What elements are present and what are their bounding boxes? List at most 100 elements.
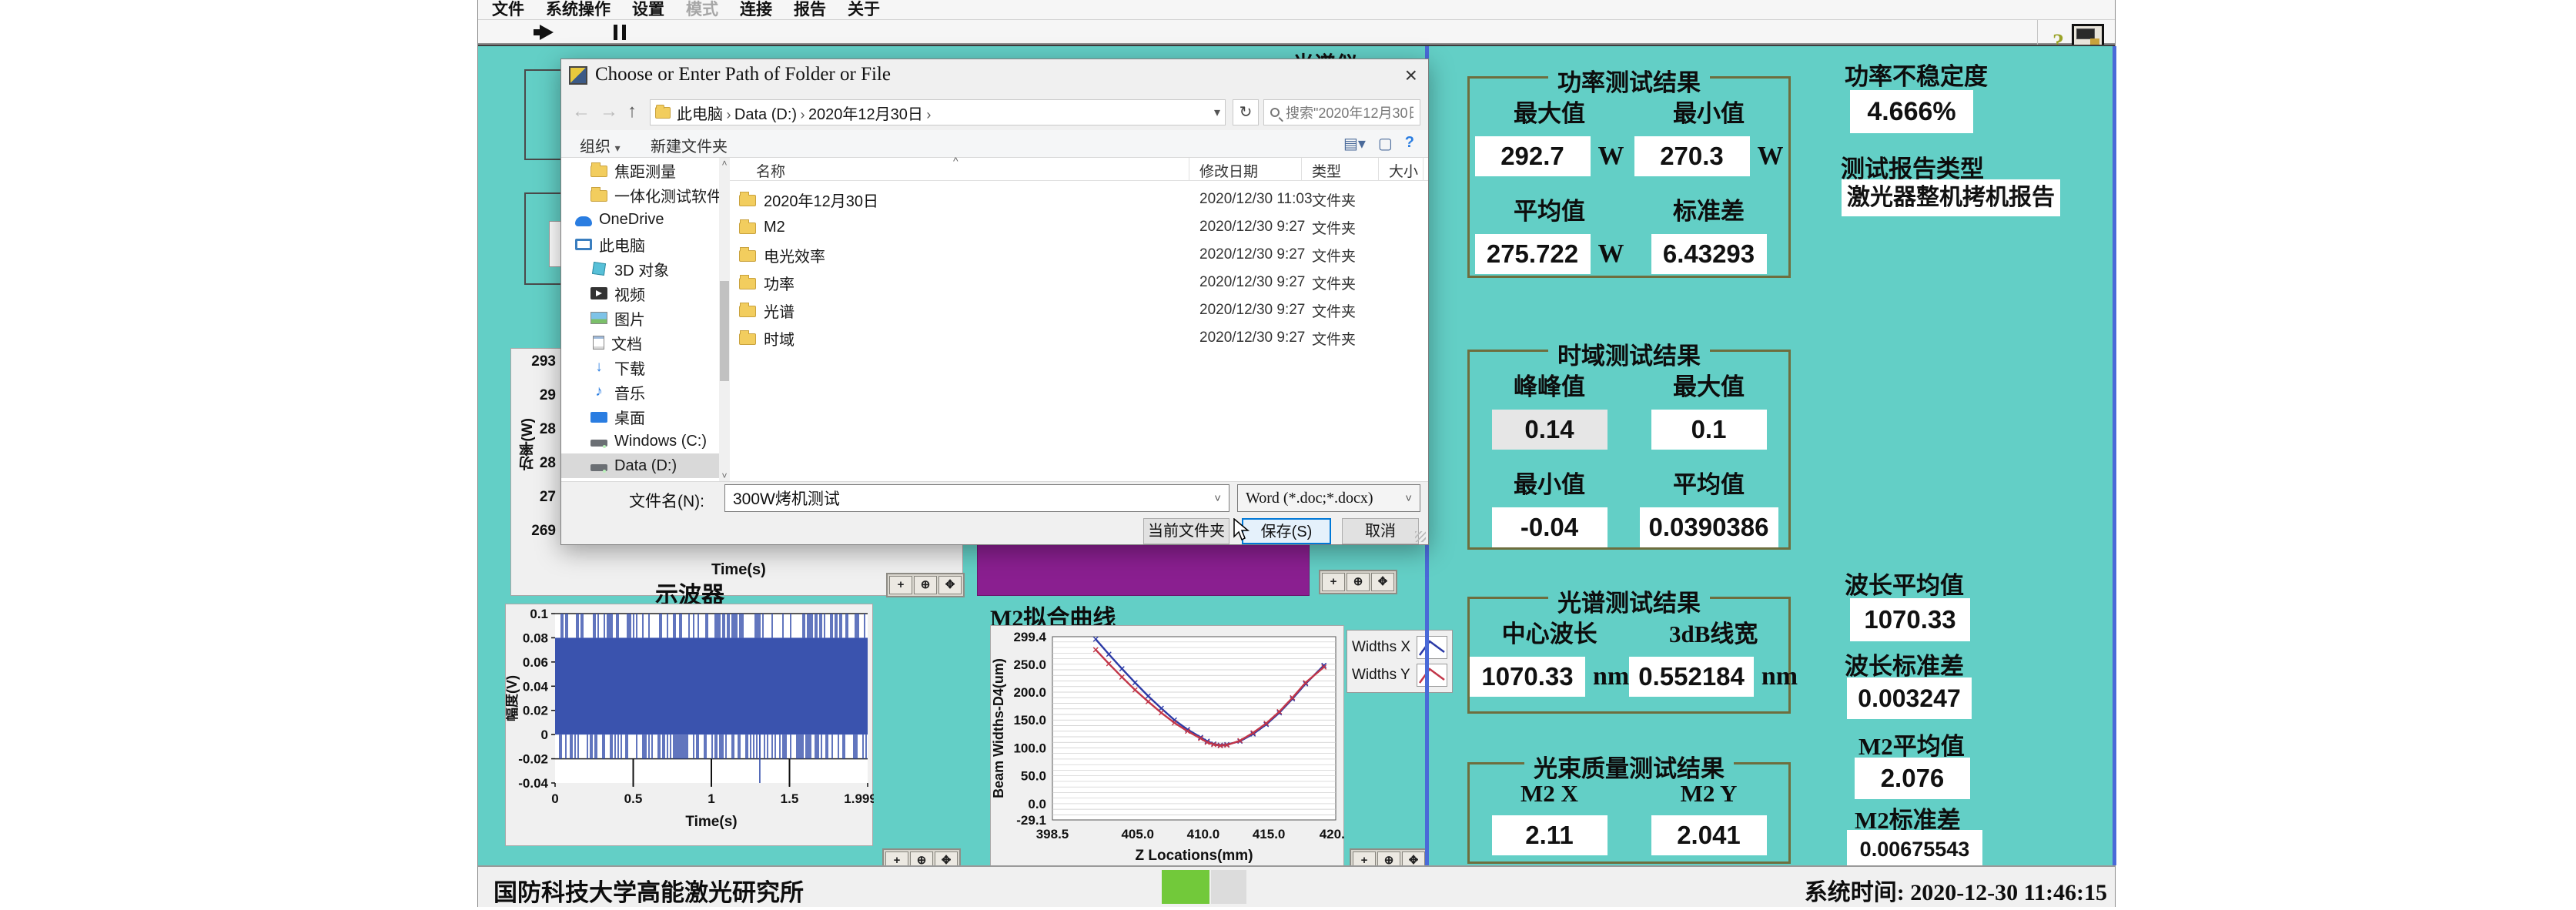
palette-button[interactable]: + bbox=[889, 576, 912, 594]
file-row-2[interactable]: 电光效率 2020/12/30 9:27 文件夹 bbox=[730, 241, 1428, 269]
column-name[interactable]: 名称 bbox=[756, 160, 785, 181]
graph-palette-power[interactable]: +⊕✥ bbox=[886, 573, 965, 597]
menu-item-6[interactable]: 关于 bbox=[848, 0, 880, 20]
chevron-down-icon[interactable]: ▾ bbox=[1214, 105, 1220, 120]
cancel-button[interactable]: 取消 bbox=[1342, 518, 1419, 544]
computer-icon bbox=[575, 239, 592, 250]
menu-item-2[interactable]: 设置 bbox=[632, 0, 664, 20]
palette-button[interactable]: ⊕ bbox=[1347, 573, 1370, 591]
sidebar-item-4[interactable]: 3D 对象 bbox=[561, 256, 719, 281]
legend-line-sample bbox=[1417, 636, 1447, 659]
dialog-help-icon[interactable]: ? bbox=[1405, 134, 1414, 153]
file-row-0[interactable]: 2020年12月30日 2020/12/30 11:03 文件夹 bbox=[730, 186, 1428, 213]
menu-item-5[interactable]: 报告 bbox=[794, 0, 826, 20]
filetype-chevron-icon[interactable]: ˅ bbox=[1405, 492, 1412, 505]
sidebar-item-8[interactable]: ↓ 下载 bbox=[561, 355, 719, 380]
svg-text:0.0: 0.0 bbox=[1028, 797, 1046, 811]
search-input[interactable]: 搜索"2020年12月30日" bbox=[1263, 99, 1420, 125]
sidebar-item-10[interactable]: 桌面 bbox=[561, 404, 719, 429]
dialog-titlebar[interactable]: Choose or Enter Path of Folder or File × bbox=[561, 59, 1428, 92]
power-ytick: 28 bbox=[516, 421, 556, 438]
sidebar-item-12[interactable]: Data (D:) bbox=[561, 453, 719, 478]
sidebar-item-6[interactable]: 图片 bbox=[561, 306, 719, 330]
back-icon[interactable]: ← bbox=[572, 101, 590, 122]
view-mode-icon[interactable]: ▤▾ bbox=[1343, 134, 1366, 153]
column-type[interactable]: 类型 bbox=[1312, 160, 1341, 181]
column-date[interactable]: 修改日期 bbox=[1199, 160, 1258, 181]
sidebar-item-0[interactable]: 焦距测量 bbox=[561, 158, 719, 182]
sidebar-item-7[interactable]: 文档 bbox=[561, 330, 719, 355]
file-row-4[interactable]: 光谱 2020/12/30 9:27 文件夹 bbox=[730, 296, 1428, 324]
breadcrumb-item[interactable]: 此电脑 bbox=[677, 106, 723, 123]
m2-legend: Widths X Widths Y bbox=[1347, 630, 1453, 693]
address-bar[interactable]: 此电脑 › Data (D:) › 2020年12月30日 › ▾ bbox=[650, 99, 1226, 125]
forward-icon[interactable]: → bbox=[600, 101, 618, 122]
legend-entry[interactable]: Widths X bbox=[1352, 634, 1447, 661]
sort-caret-icon[interactable]: ^ bbox=[953, 155, 958, 167]
refresh-icon[interactable]: ↻ bbox=[1233, 99, 1259, 125]
scroll-up-icon[interactable]: ˄ bbox=[719, 158, 730, 169]
current-folder-button[interactable]: 当前文件夹 bbox=[1143, 518, 1229, 544]
sidebar-item-label: 焦距测量 bbox=[614, 159, 676, 182]
command-bar: 组织 ▾ 新建文件夹 ▤▾ ▢ ? bbox=[561, 130, 1428, 158]
oscilloscope-chart[interactable]: 0.1 0.08 0.06 0.04 0.02 0 -0.02 -0.04 0 … bbox=[505, 604, 873, 846]
time_domain-item-3: 平均值 0.0390386 bbox=[1629, 454, 1788, 547]
filename-input[interactable]: 300W烤机测试 ˅ bbox=[724, 484, 1229, 512]
graph-palette-spectrum[interactable]: +⊕✥ bbox=[1319, 570, 1397, 594]
stat-label: 平均值 bbox=[1514, 192, 1585, 226]
sidebar-scrollbar[interactable]: ˄ ˅ bbox=[719, 158, 730, 481]
dialog-separator bbox=[561, 481, 1428, 482]
time_domain-item-0: 峰峰值 0.14 bbox=[1470, 356, 1629, 450]
folder-icon bbox=[739, 222, 756, 234]
sidebar-item-1[interactable]: 一体化测试软件 bbox=[561, 182, 719, 207]
scroll-down-icon[interactable]: ˅ bbox=[719, 470, 730, 481]
m2-fit-chart[interactable]: 299.4250.0200.0150.0100.050.00.0-29.1398… bbox=[990, 625, 1344, 870]
palette-button[interactable]: + bbox=[1322, 573, 1345, 591]
sidebar-item-11[interactable]: Windows (C:) bbox=[561, 429, 719, 453]
palette-button[interactable]: ⊕ bbox=[914, 576, 937, 594]
breadcrumb-item[interactable]: Data (D:) bbox=[734, 106, 797, 123]
sidebar-item-2[interactable]: OneDrive bbox=[561, 207, 719, 232]
palette-button[interactable]: ✥ bbox=[938, 576, 962, 594]
scrollbar-thumb[interactable] bbox=[720, 281, 729, 381]
music-icon: ♪ bbox=[590, 385, 607, 399]
resize-grip[interactable] bbox=[1415, 531, 1426, 542]
rstat-value-3: 0.003247 bbox=[1847, 677, 1972, 719]
save-button[interactable]: 保存(S) bbox=[1242, 518, 1331, 544]
new-folder-button[interactable]: 新建文件夹 bbox=[651, 134, 728, 156]
menu-item-4[interactable]: 连接 bbox=[740, 0, 772, 20]
filename-chevron-icon[interactable]: ˅ bbox=[1214, 492, 1221, 505]
sidebar-item-label: 下载 bbox=[614, 356, 645, 379]
sidebar-item-3[interactable]: 此电脑 bbox=[561, 232, 719, 256]
palette-button[interactable]: ✥ bbox=[1371, 573, 1394, 591]
menu-item-0[interactable]: 文件 bbox=[492, 0, 524, 20]
file-row-1[interactable]: M2 2020/12/30 9:27 文件夹 bbox=[730, 213, 1428, 241]
legend-entry[interactable]: Widths Y bbox=[1352, 661, 1447, 689]
pause-icon[interactable] bbox=[614, 25, 626, 40]
file-name: 电光效率 bbox=[764, 244, 825, 266]
stat-unit: W bbox=[1598, 239, 1624, 269]
sidebar-item-9[interactable]: ♪ 音乐 bbox=[561, 380, 719, 404]
file-row-3[interactable]: 功率 2020/12/30 9:27 文件夹 bbox=[730, 269, 1428, 296]
file-type: 文件夹 bbox=[1312, 189, 1356, 210]
status-bar: 国防科技大学高能激光研究所 系统时间: 2020-12-30 11:46:15 bbox=[478, 865, 2115, 907]
organize-button[interactable]: 组织 ▾ bbox=[580, 134, 621, 156]
preview-pane-icon[interactable]: ▢ bbox=[1378, 134, 1393, 153]
stat-value: 0.1 bbox=[1651, 410, 1767, 450]
stat-value: 0.552184 bbox=[1629, 657, 1754, 697]
close-icon[interactable]: × bbox=[1405, 62, 1417, 89]
run-icon-arrow[interactable] bbox=[540, 25, 554, 40]
up-icon[interactable]: ↑ bbox=[627, 101, 637, 122]
menu-item-1[interactable]: 系统操作 bbox=[546, 0, 611, 20]
file-row-5[interactable]: 时域 2020/12/30 9:27 文件夹 bbox=[730, 324, 1428, 352]
menu-item-3[interactable]: 模式 bbox=[686, 0, 718, 20]
column-size[interactable]: 大小 bbox=[1389, 160, 1418, 181]
pane-splitter-right[interactable] bbox=[2113, 46, 2116, 865]
filename-label: 文件名(N): bbox=[629, 489, 704, 512]
sidebar-item-5[interactable]: 视频 bbox=[561, 281, 719, 306]
rstat-label-2: 波长平均值 bbox=[1845, 566, 1964, 601]
rstat-value-1: 激光器整机拷机报告 bbox=[1842, 179, 2060, 216]
filetype-select[interactable]: Word (*.doc;*.docx) ˅ bbox=[1237, 484, 1420, 512]
breadcrumb-item[interactable]: 2020年12月30日 bbox=[808, 106, 923, 123]
rstat-value-0: 4.666% bbox=[1850, 90, 1973, 133]
